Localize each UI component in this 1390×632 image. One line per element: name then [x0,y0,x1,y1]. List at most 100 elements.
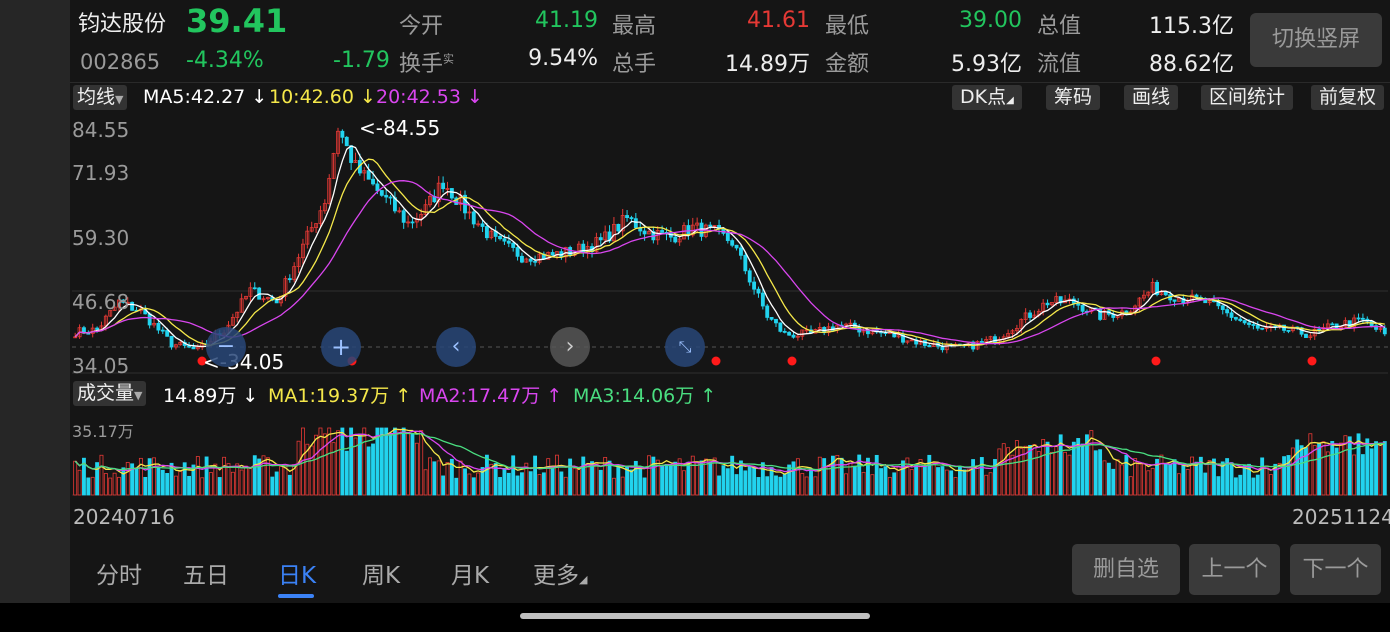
volume-bar [1325,451,1330,496]
volume-bar [638,466,643,496]
tab-weekly-k[interactable]: 周K [362,556,400,590]
next-stock-button[interactable]: 下一个 [1290,544,1381,595]
volume-bar [77,469,82,496]
volume-bar [1049,451,1054,496]
volume-bar [1168,463,1173,496]
volume-current: 14.89万 ↓ [163,385,259,407]
scroll-right-icon[interactable]: › [550,327,590,367]
ma20-line [74,180,1385,345]
zoom-in-icon[interactable]: + [321,327,361,367]
tab-more[interactable]: 更多◢ [533,556,587,590]
volume-bar [432,461,437,496]
candle-body [629,217,634,220]
volume-bar [520,472,524,496]
volume-bar [117,476,121,496]
candle-body [165,330,170,337]
volume-bar [734,474,739,496]
candle-body [979,340,984,343]
volume-bar [322,433,327,496]
volume-bar [616,465,621,496]
home-indicator[interactable] [520,613,870,619]
tab-monthly-k[interactable]: 月K [451,556,489,590]
volume-bar [73,460,78,496]
volume-bar [835,454,840,496]
candle-body [660,230,665,233]
candle-body [274,299,279,304]
volume-bar [230,471,235,496]
volume-bar [463,468,467,496]
candle-body [191,346,196,350]
volume-bar [1028,445,1032,496]
volume-bar [173,475,178,496]
volume-bar [428,457,432,496]
volume-indicator-toggle[interactable]: 成交量▼ [73,381,147,406]
volume-bar [340,427,345,496]
tab-five-day[interactable]: 五日 [183,556,229,590]
volume-bar [743,470,748,496]
zoom-out-icon[interactable]: − [206,327,246,367]
volume-bar [226,463,231,496]
volume-bar [620,476,625,496]
volume-bar [213,463,218,496]
volume-bar [804,476,809,496]
volume-bar [686,461,691,496]
candle-body [506,240,511,244]
remove-watchlist-button[interactable]: 删自选 [1072,544,1180,595]
candle-body [708,224,713,227]
volume-bar [585,463,590,496]
volume-bar [379,427,384,496]
candle-body [484,226,489,239]
volume-bar [1194,461,1199,496]
candle-body [1286,329,1291,332]
volume-bar [445,462,450,496]
volume-bar [883,466,888,496]
volume-bar [103,473,108,496]
collapse-icon[interactable]: ⤡ [665,327,705,367]
tab-daily-k[interactable]: 日K [278,556,316,590]
volume-bar [331,442,336,496]
volume-bar [953,477,958,496]
candle-body [743,254,748,272]
volume-bar [1010,454,1015,496]
kline-chart[interactable] [0,0,1390,632]
volume-bar [1207,460,1212,496]
volume-bar [870,474,875,496]
volume-bar [1098,449,1103,496]
volume-bar [1041,439,1046,496]
volume-bar [397,429,402,496]
previous-stock-button[interactable]: 上一个 [1189,544,1280,595]
candle-body [1233,317,1238,320]
volume-bar [200,477,205,496]
tab-intraday[interactable]: 分时 [96,556,142,590]
volume-bar [598,469,603,496]
volume-bar [625,466,630,496]
volume-bar [1054,446,1059,496]
volume-bar [931,462,936,496]
candle-body [1304,333,1308,338]
volume-bar [944,469,949,496]
candle-body [287,278,292,281]
scroll-left-icon[interactable]: ‹ [436,327,476,367]
volume-bar [844,473,849,496]
volume-bar [441,475,446,496]
volume-bar [1067,454,1072,496]
volume-bar [1106,462,1111,496]
volume-bar [90,476,95,496]
volume-bar [822,458,827,496]
volume-bar [747,465,752,496]
volume-bar [125,462,130,496]
volume-bar [1260,457,1265,496]
candle-body [371,178,375,185]
volume-bar [555,454,559,496]
volume-bar [984,474,989,496]
volume-bar [949,470,954,496]
volume-bar [752,467,757,496]
volume-bar [1146,470,1151,496]
volume-bar [476,472,481,496]
volume-bar [1290,447,1295,496]
volume-bar [717,475,721,496]
candle-body [344,136,349,147]
volume-bar [791,461,796,496]
volume-bar [458,460,463,496]
candle-body [388,196,393,199]
